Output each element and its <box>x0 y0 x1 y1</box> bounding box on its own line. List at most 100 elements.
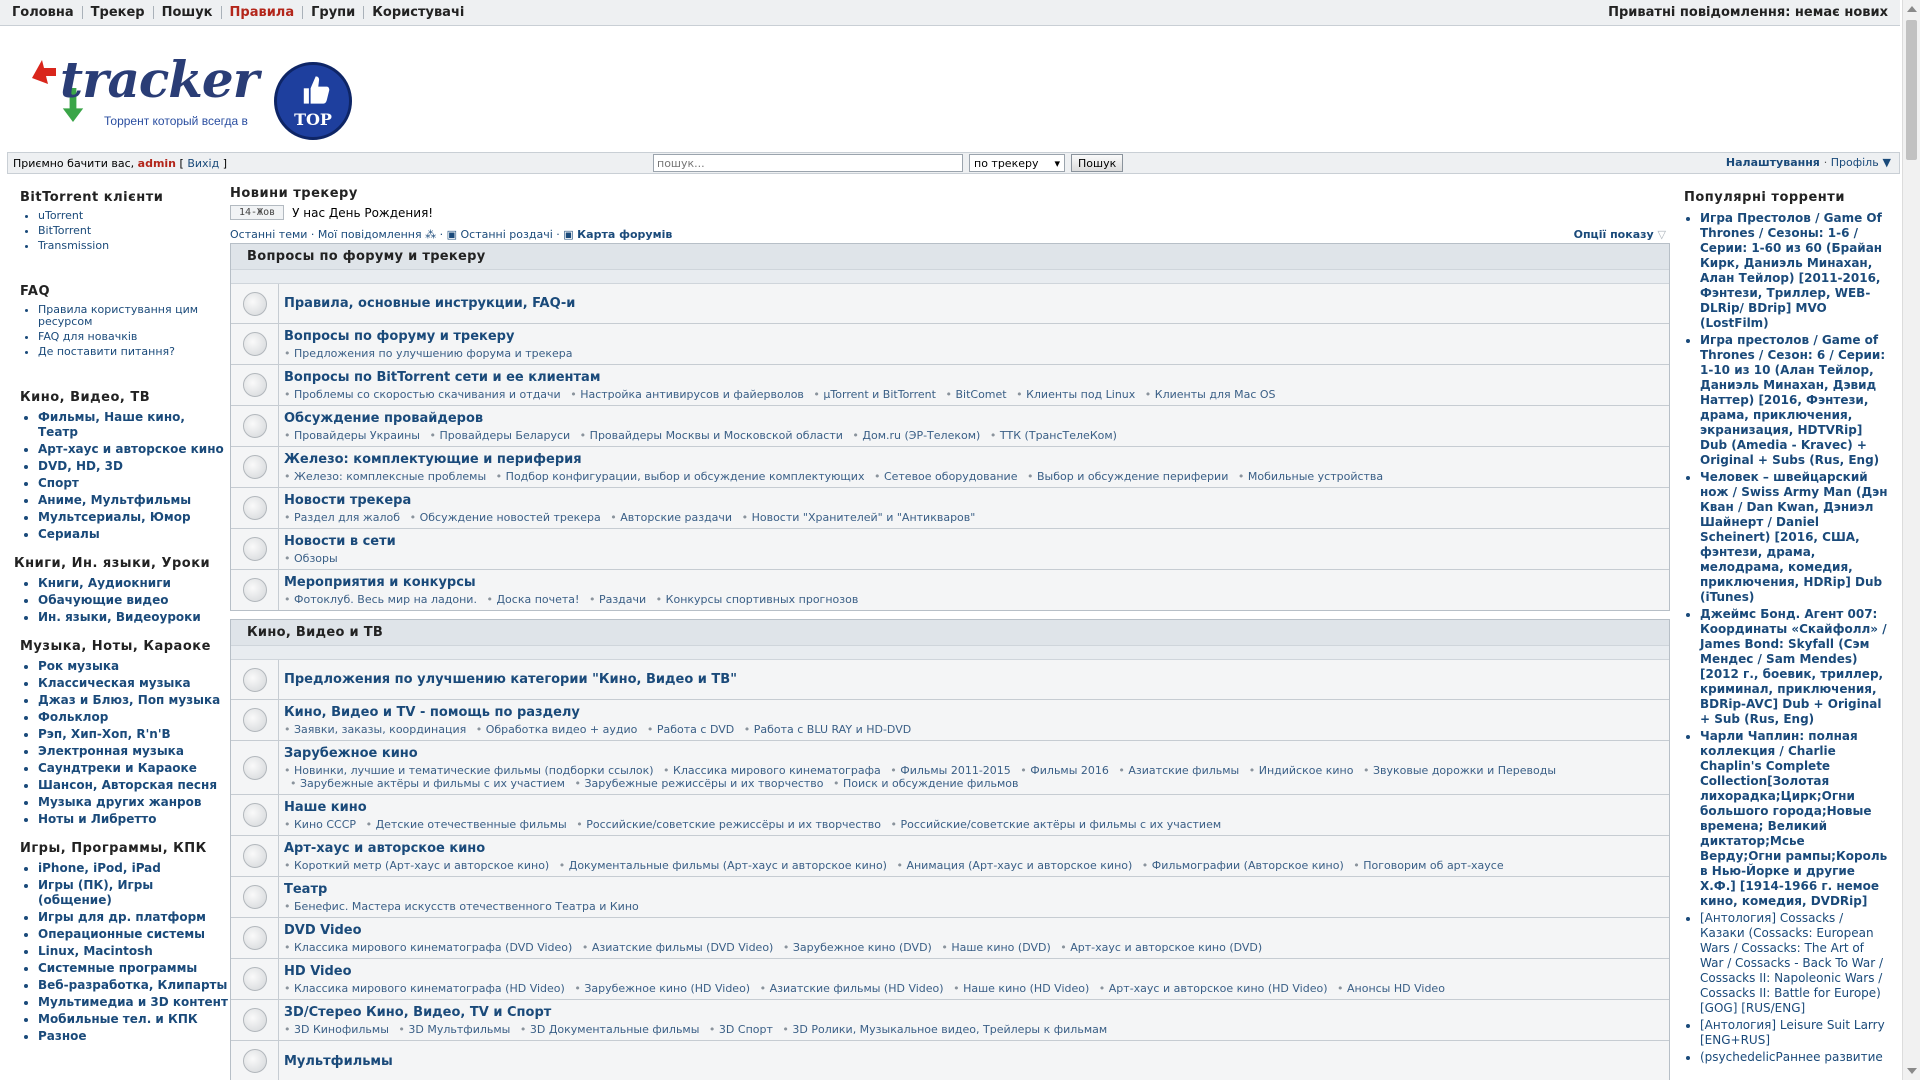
subforum-link[interactable]: Подбор конфигурации, выбор и обсуждение … <box>496 470 865 483</box>
sidebar-link[interactable]: iPhone, iPod, iPad <box>38 861 228 876</box>
subforum-link[interactable]: 3D Документальные фильмы <box>520 1023 700 1036</box>
subforum-link[interactable]: Провайдеры Украины <box>284 429 420 442</box>
popular-torrent-link[interactable]: Игра Престолов / Game Of Thrones / Сезон… <box>1700 211 1888 331</box>
subforum-link[interactable]: Зарубежные актёры и фильмы с их участием <box>290 777 565 790</box>
popular-torrent-link[interactable]: [Антология] Cossacks / Казаки (Cossacks:… <box>1700 911 1888 1016</box>
subforum-link[interactable]: Проблемы со скоростью скачивания и отдач… <box>284 388 561 401</box>
subforum-link[interactable]: Индийское кино <box>1249 764 1354 777</box>
forum-title-link[interactable]: Арт-хаус и авторское кино <box>284 841 1665 857</box>
forum-map-link[interactable]: Карта форумів <box>577 228 672 241</box>
popular-torrent-link[interactable]: Игра престолов / Game of Thrones / Сезон… <box>1700 333 1888 468</box>
subforum-link[interactable]: Кино СССР <box>284 818 356 831</box>
subforum-link[interactable]: Провайдеры Москвы и Московской области <box>580 429 843 442</box>
subforum-link[interactable]: Клиенты под Linux <box>1016 388 1135 401</box>
latest-releases-link[interactable]: Останні роздачі <box>461 228 553 241</box>
nav-users[interactable]: Користувачі <box>363 6 472 19</box>
subforum-link[interactable]: Новости "Хранителей" и "Антикваров" <box>742 511 976 524</box>
subforum-link[interactable]: Арт-хаус и авторское кино (DVD) <box>1060 941 1262 954</box>
forum-title-link[interactable]: Правила, основные инструкции, FAQ-и <box>284 296 575 312</box>
subforum-link[interactable]: Бенефис. Мастера искусств отечественного… <box>284 900 639 913</box>
forum-title-link[interactable]: Театр <box>284 882 1665 898</box>
sidebar-link[interactable]: Арт-хаус и авторское кино <box>38 442 228 457</box>
forum-title-link[interactable]: Вопросы по BitTorrent сети и ее клиентам <box>284 370 1665 386</box>
forum-title-link[interactable]: Железо: комплектующие и периферия <box>284 452 1665 468</box>
subforum-link[interactable]: Конкурсы спортивных прогнозов <box>656 593 859 606</box>
subforum-link[interactable]: ТТК (ТрансТелеКом) <box>990 429 1117 442</box>
subforum-link[interactable]: Классика мирового кинематографа (DVD Vid… <box>284 941 572 954</box>
sidebar-link[interactable]: Игры для др. платформ <box>38 910 228 925</box>
subforum-link[interactable]: Железо: комплексные проблемы <box>284 470 486 483</box>
forum-title-link[interactable]: Вопросы по форуму и трекеру <box>284 329 1665 345</box>
sidebar-link[interactable]: Transmission <box>38 240 228 252</box>
subforum-link[interactable]: Раздачи <box>589 593 646 606</box>
news-link[interactable]: У нас День Рождения! <box>292 206 433 220</box>
sidebar-link[interactable]: Фильмы, Наше кино, Театр <box>38 410 228 440</box>
subforum-link[interactable]: Настройка антивирусов и файерволов <box>570 388 804 401</box>
popular-torrent-link[interactable]: [Антология] Leisure Suit Larry [ENG+RUS] <box>1700 1018 1888 1048</box>
search-scope-select[interactable]: по трекеру ▾ <box>969 154 1065 172</box>
subforum-link[interactable]: Звуковые дорожки и Переводы <box>1363 764 1556 777</box>
subforum-link[interactable]: Работа с DVD <box>647 723 734 736</box>
sidebar-link[interactable]: Де поставити питання? <box>38 346 228 358</box>
forum-title-link[interactable]: Наше кино <box>284 800 1665 816</box>
sidebar-link[interactable]: Операционные системы <box>38 927 228 942</box>
subforum-link[interactable]: Заявки, заказы, координация <box>284 723 466 736</box>
subforum-link[interactable]: Азиатские фильмы (DVD Video) <box>582 941 774 954</box>
subforum-link[interactable]: Сетевое оборудование <box>874 470 1018 483</box>
sidebar-link[interactable]: Спорт <box>38 476 228 491</box>
latest-topics-link[interactable]: Останні теми <box>230 228 307 241</box>
sidebar-link[interactable]: Правила користування цим ресурсом <box>38 304 228 328</box>
forum-title-link[interactable]: Зарубежное кино <box>284 746 1665 762</box>
subforum-link[interactable]: Анимация (Арт-хаус и авторское кино) <box>896 859 1132 872</box>
subforum-link[interactable]: Обзоры <box>284 552 338 565</box>
nav-search[interactable]: Пошук <box>152 6 221 19</box>
subforum-link[interactable]: Короткий метр (Арт-хаус и авторское кино… <box>284 859 549 872</box>
sidebar-link[interactable]: Классическая музыка <box>38 676 228 691</box>
display-options-link[interactable]: Опції показу ▽ <box>1574 228 1670 241</box>
subforum-link[interactable]: Поговорим об арт-хаусе <box>1353 859 1503 872</box>
sidebar-link[interactable]: FAQ для новачків <box>38 331 228 343</box>
nav-groups[interactable]: Групи <box>302 6 363 19</box>
subforum-link[interactable]: Дом.ru (ЭР-Телеком) <box>852 429 980 442</box>
sidebar-link[interactable]: Книги, Аудиокниги <box>38 576 228 591</box>
sidebar-link[interactable]: uTorrent <box>38 210 228 222</box>
username-link[interactable]: admin <box>138 157 176 170</box>
subforum-link[interactable]: Фильмы 2011-2015 <box>890 764 1011 777</box>
forum-title-link[interactable]: Обсуждение провайдеров <box>284 411 1665 427</box>
forum-title-link[interactable]: Предложения по улучшению категории "Кино… <box>284 672 737 688</box>
sidebar-link[interactable]: Аниме, Мультфильмы <box>38 493 228 508</box>
my-messages-link[interactable]: Мої повідомлення <box>318 228 422 241</box>
sidebar-link[interactable]: BitTorrent <box>38 225 228 237</box>
search-button[interactable]: Пошук <box>1071 154 1124 172</box>
subforum-link[interactable]: Азиатские фильмы (HD Video) <box>760 982 944 995</box>
subforum-link[interactable]: Классика мирового кинематографа (HD Vide… <box>284 982 565 995</box>
sidebar-link[interactable]: Мультсериалы, Юмор <box>38 510 228 525</box>
subforum-link[interactable]: Азиатские фильмы <box>1118 764 1239 777</box>
subforum-link[interactable]: µTorrent и BitTorrent <box>813 388 936 401</box>
sidebar-link[interactable]: Мобильные тел. и КПК <box>38 1012 228 1027</box>
subforum-link[interactable]: BitComet <box>945 388 1006 401</box>
forum-title-link[interactable]: Кино, Видео и TV - помощь по разделу <box>284 705 1665 721</box>
subforum-link[interactable]: Обсуждение новостей трекера <box>410 511 601 524</box>
sidebar-link[interactable]: Шансон, Авторская песня <box>38 778 228 793</box>
logout-link[interactable]: Вихід <box>187 157 219 170</box>
category-title[interactable]: Кино, Видео и ТВ <box>231 620 1669 646</box>
subforum-link[interactable]: Детские отечественные фильмы <box>366 818 567 831</box>
sidebar-link[interactable]: DVD, HD, 3D <box>38 459 228 474</box>
subforum-link[interactable]: Документальные фильмы (Арт-хаус и авторс… <box>559 859 887 872</box>
sidebar-link[interactable]: Фольклор <box>38 710 228 725</box>
search-input[interactable] <box>653 154 963 172</box>
subforum-link[interactable]: Мобильные устройства <box>1238 470 1383 483</box>
subforum-link[interactable]: Провайдеры Беларуси <box>430 429 571 442</box>
nav-rules[interactable]: Правила <box>220 6 303 19</box>
sidebar-link[interactable]: Рок музыка <box>38 659 228 674</box>
sidebar-link[interactable]: Ноты и Либретто <box>38 812 228 827</box>
page-scrollbar[interactable] <box>1902 0 1920 1080</box>
subforum-link[interactable]: Зарубежное кино (HD Video) <box>574 982 750 995</box>
subforum-link[interactable]: Российские/советские актёры и фильмы с и… <box>891 818 1222 831</box>
sidebar-link[interactable]: Мультимедиа и 3D контент <box>38 995 228 1010</box>
sidebar-link[interactable]: Системные программы <box>38 961 228 976</box>
scroll-thumb[interactable] <box>1906 20 1917 160</box>
subforum-link[interactable]: Российские/советские режиссёры и их твор… <box>576 818 881 831</box>
subforum-link[interactable]: Классика мирового кинематографа <box>663 764 881 777</box>
